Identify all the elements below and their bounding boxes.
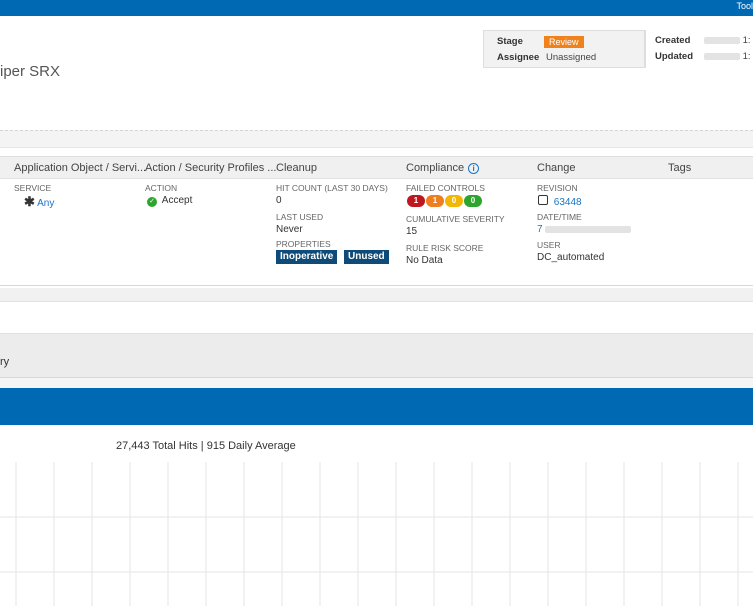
assignee-label: Assignee	[497, 52, 540, 63]
empty-section	[0, 302, 753, 334]
section-separator	[0, 288, 753, 302]
revision-label: REVISION	[537, 183, 578, 193]
stage-assignee-box: Stage Review Assignee Unassigned	[483, 30, 645, 68]
created-label: Created	[655, 35, 691, 46]
col-tags[interactable]: Tags	[668, 162, 691, 174]
hit-count-value: 0	[276, 195, 282, 206]
history-section-header[interactable]: ry	[0, 334, 753, 378]
top-navigation-bar: Tool	[0, 0, 753, 16]
failed-control-high[interactable]: 1	[426, 195, 444, 207]
section-divider	[0, 130, 753, 148]
rule-details-table: Application Object / Servi... Action / S…	[0, 156, 753, 286]
stage-label: Stage	[497, 36, 523, 47]
updated-value: 1:	[704, 51, 751, 62]
updated-label: Updated	[655, 51, 693, 62]
redacted-datetime	[545, 225, 632, 233]
datetime-value[interactable]: 7	[537, 224, 632, 235]
table-header: Application Object / Servi... Action / S…	[0, 157, 753, 179]
document-icon	[538, 195, 548, 205]
inoperative-badge: Inoperative	[276, 250, 338, 264]
rule-header: iper SRX Stage Review Assignee Unassigne…	[0, 16, 753, 130]
assignee-value[interactable]: Unassigned	[546, 52, 596, 63]
failed-control-medium[interactable]: 0	[445, 195, 463, 207]
hit-count-label: HIT COUNT (LAST 30 DAYS)	[276, 183, 388, 193]
revision-value[interactable]: 63448	[538, 195, 582, 208]
cumulative-severity-label: CUMULATIVE SEVERITY	[406, 214, 505, 224]
col-change[interactable]: Change	[537, 162, 576, 174]
redacted-date	[704, 36, 740, 44]
hits-chart: 27,443 Total Hits | 915 Daily Average	[0, 425, 753, 606]
service-value[interactable]: ✱ Any	[24, 194, 54, 210]
check-circle-icon: ✓	[147, 197, 157, 207]
chart-section-header	[0, 388, 753, 425]
properties-label: PROPERTIES	[276, 239, 331, 249]
created-value: 1:	[704, 35, 751, 46]
user-label: USER	[537, 240, 561, 250]
last-used-value: Never	[276, 224, 303, 235]
history-section-title: ry	[0, 356, 10, 368]
unused-badge: Unused	[344, 250, 389, 264]
redacted-date	[704, 52, 740, 60]
failed-control-low[interactable]: 0	[464, 195, 482, 207]
action-label: ACTION	[145, 183, 178, 193]
risk-score-value: No Data	[406, 255, 443, 266]
hits-summary: 27,443 Total Hits | 915 Daily Average	[116, 440, 296, 452]
page-title: iper SRX	[0, 63, 61, 80]
asterisk-icon: ✱	[24, 194, 35, 209]
tools-menu[interactable]: Tool	[736, 1, 753, 11]
failed-control-critical[interactable]: 1	[407, 195, 425, 207]
last-used-label: LAST USED	[276, 212, 324, 222]
datetime-label: DATE/TIME	[537, 212, 582, 222]
stage-review-badge[interactable]: Review	[544, 36, 584, 48]
col-cleanup[interactable]: Cleanup	[276, 162, 317, 174]
user-value: DC_automated	[537, 252, 605, 263]
section-spacer	[0, 378, 753, 388]
col-application-service[interactable]: Application Object / Servi...	[14, 162, 146, 174]
info-icon[interactable]: i	[468, 163, 480, 174]
action-value: ✓ Accept	[147, 195, 192, 207]
created-updated-box: Created 1: Updated 1:	[645, 30, 753, 68]
service-label: SERVICE	[14, 183, 52, 193]
risk-score-label: RULE RISK SCORE	[406, 243, 484, 253]
col-action-security[interactable]: Action / Security Profiles ...	[145, 162, 276, 174]
chart-gridlines	[0, 462, 753, 606]
failed-controls-label: FAILED CONTROLS	[406, 183, 485, 193]
col-compliance[interactable]: Compliance i	[406, 162, 480, 174]
cumulative-severity-value: 15	[406, 226, 418, 237]
